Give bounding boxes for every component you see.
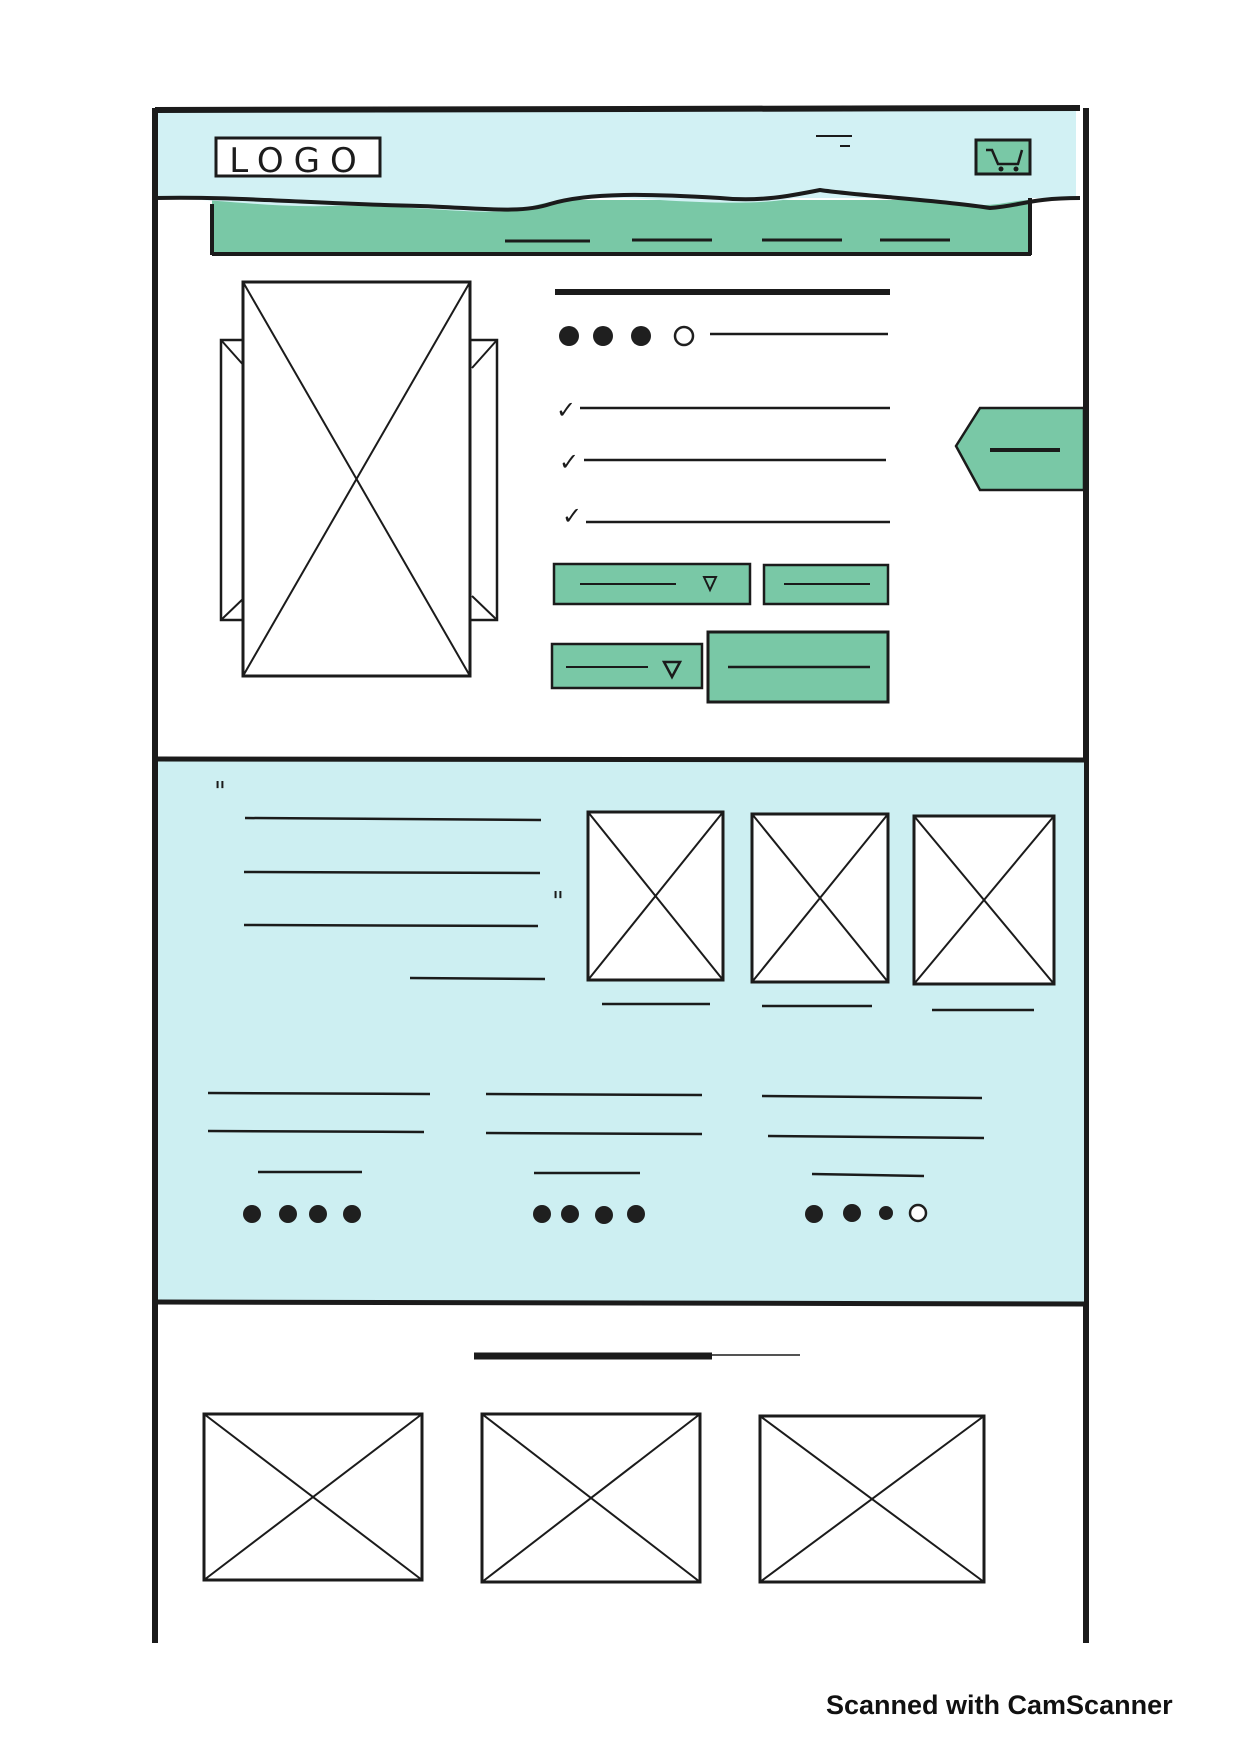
add-to-cart-button[interactable]	[706, 630, 890, 704]
check-icon: ✓	[556, 396, 576, 424]
quantity-select[interactable]	[550, 642, 704, 690]
rating-dot-filled	[595, 1206, 613, 1224]
option-button[interactable]	[762, 563, 890, 606]
quote-line	[409, 976, 546, 981]
logo-text: LOGO	[229, 141, 367, 181]
quote-close-icon: "	[552, 887, 564, 917]
check-icon: ✓	[562, 502, 582, 530]
header: LOGO	[154, 110, 1081, 256]
customer-photo	[750, 812, 890, 984]
feature-list: ✓ ✓ ✓	[556, 396, 890, 530]
related-product-image[interactable]	[202, 1412, 424, 1582]
rating-dot-filled	[561, 1205, 579, 1223]
cart-icon[interactable]	[974, 138, 1032, 176]
rating-dot-empty	[673, 325, 695, 347]
rating-dot-filled	[559, 326, 579, 346]
check-icon: ✓	[559, 448, 579, 476]
customer-photo	[912, 814, 1056, 986]
related-product-image[interactable]	[758, 1414, 986, 1584]
rating-dot-filled	[627, 1205, 645, 1223]
product-rating	[559, 325, 888, 347]
wireframe-page: LOGO ✓ ✓ ✓ " " Scanned with CamScanner	[0, 0, 1239, 1754]
rating-dot-filled	[343, 1205, 361, 1223]
quote-open-icon: "	[214, 777, 226, 807]
size-select[interactable]	[552, 562, 752, 606]
related-product-image[interactable]	[480, 1412, 702, 1584]
rating-dot-filled	[843, 1204, 861, 1222]
quote-line	[243, 923, 539, 928]
quote-line	[243, 870, 541, 875]
rating-dot-filled	[593, 326, 613, 346]
related-products-section	[202, 1352, 986, 1584]
rating-dot-empty	[908, 1203, 928, 1223]
product-section: ✓ ✓ ✓	[219, 280, 1086, 704]
rating-dot-filled	[309, 1205, 327, 1223]
rating-dot-filled	[279, 1205, 297, 1223]
customer-photo	[586, 810, 725, 982]
rating-dot-filled	[533, 1205, 551, 1223]
rating-dot-filled	[879, 1206, 893, 1220]
rating-dot-filled	[243, 1205, 261, 1223]
scanner-watermark: Scanned with CamScanner	[826, 1690, 1173, 1720]
hero-banner	[212, 200, 1030, 254]
testimonial-section: " "	[154, 756, 1085, 1307]
rating-dot-filled	[631, 326, 651, 346]
rating-dot-filled	[805, 1205, 823, 1223]
side-feedback-tab[interactable]	[954, 406, 1086, 492]
wireframe-sketch: LOGO ✓ ✓ ✓ " "	[152, 105, 1089, 1643]
